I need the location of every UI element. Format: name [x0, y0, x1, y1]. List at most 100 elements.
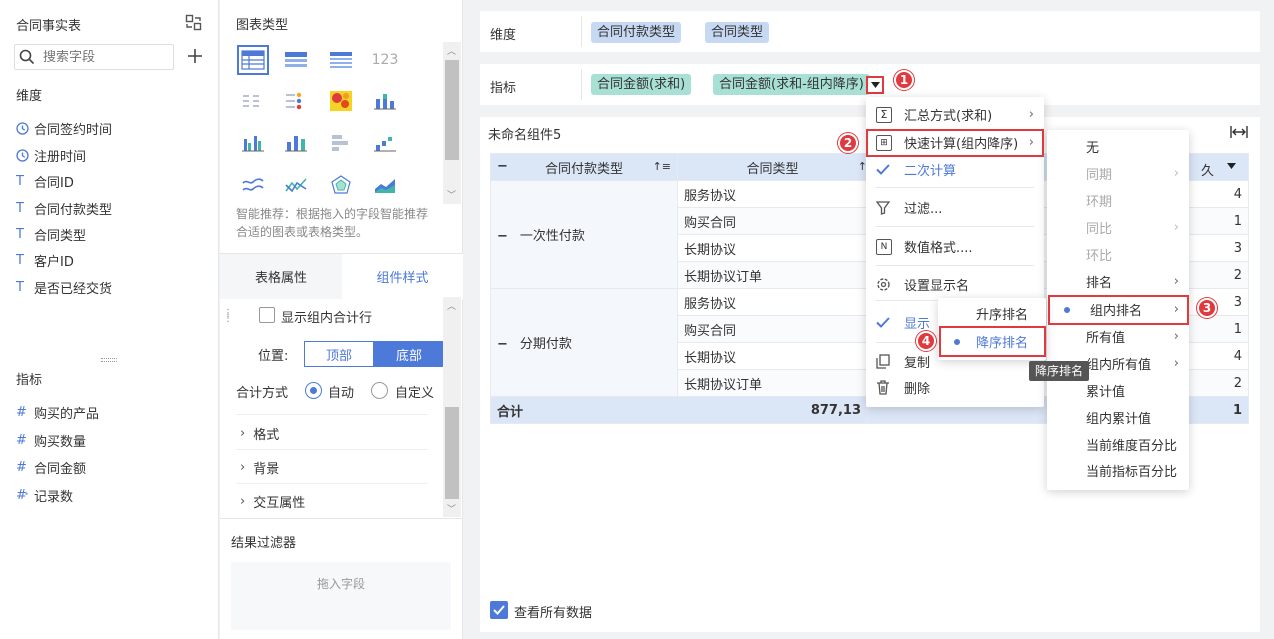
copy-icon: [876, 354, 892, 369]
fit-width-icon[interactable]: [1230, 126, 1248, 138]
check-icon: [493, 605, 505, 615]
group-bar-icon[interactable]: [237, 128, 269, 158]
calc-option[interactable]: 同期 ›: [1047, 160, 1189, 187]
menu-item-summary[interactable]: Σ 汇总方式(求和) ›: [866, 101, 1044, 128]
detail-table-icon[interactable]: [325, 45, 357, 75]
stacked-bar-icon[interactable]: [369, 86, 401, 116]
filter-drop-zone[interactable]: 拖入字段: [231, 562, 451, 630]
menu-item-delete[interactable]: 删除: [866, 374, 1044, 401]
dim-field[interactable]: 注册时间: [16, 144, 86, 166]
sum-custom-radio[interactable]: [371, 382, 388, 399]
metric-field[interactable]: # 合同金额: [16, 456, 86, 478]
chart-type-title: 图表类型: [236, 18, 289, 33]
sort-icon[interactable]: ↑≡: [653, 160, 671, 173]
dim-field[interactable]: 合同签约时间: [16, 117, 112, 139]
chart-grid-scrollbar[interactable]: ︿ ﹀: [443, 42, 461, 204]
drag-handle-icon[interactable]: ⋮ ⋮: [223, 309, 233, 324]
grouptable-chart-icon[interactable]: [280, 45, 312, 75]
menu-item-filter[interactable]: 过滤...: [866, 194, 1044, 221]
radar-chart-icon[interactable]: [325, 170, 357, 200]
tab-table-properties[interactable]: 表格属性: [220, 253, 342, 299]
dim-field[interactable]: T 是否已经交货: [16, 276, 112, 298]
position-bottom-button[interactable]: 底部: [374, 341, 444, 367]
calc-option[interactable]: 排名 ›: [1047, 268, 1189, 295]
type-cell: 服务协议: [677, 180, 868, 208]
property-scrollbar[interactable]: ︿ ﹀: [443, 297, 461, 517]
menu-item-secondary-calc[interactable]: 二次计算: [866, 156, 1044, 183]
dimension-pill[interactable]: 合同付款类型: [591, 22, 682, 43]
divider: [236, 414, 428, 415]
header-cell[interactable]: 合同类型 ↑: [677, 153, 868, 181]
sum-custom-label: 自定义: [395, 386, 435, 401]
metric-field[interactable]: # * 记录数: [16, 484, 73, 506]
heatmap-icon[interactable]: [325, 86, 357, 116]
type-cell: 长期协议订单: [677, 261, 868, 289]
view-all-label: 查看所有数据: [514, 606, 593, 621]
position-top-button[interactable]: 顶部: [304, 341, 374, 367]
metric-field[interactable]: # 购买数量: [16, 429, 86, 451]
chevron-right-icon: ›: [240, 460, 246, 475]
tab-component-style[interactable]: 组件样式: [342, 253, 463, 299]
field-panel: 合同事实表 维度 合同签约时间 注册时间 T合同ID T合同付款类型 T合同类型…: [0, 0, 219, 639]
waterfall-icon[interactable]: [369, 128, 401, 158]
calc-option[interactable]: 所有值 ›: [1047, 323, 1189, 350]
resize-handle[interactable]: [101, 358, 117, 362]
calc-option[interactable]: 无: [1047, 133, 1189, 160]
crosstab-chart-icon[interactable]: [237, 45, 269, 75]
kpi-number-icon[interactable]: 123: [369, 45, 401, 75]
menu-item-number-format[interactable]: N 数值格式....: [866, 233, 1044, 260]
dim-field[interactable]: T 合同ID: [16, 170, 74, 192]
metric-field[interactable]: # 购买的产品: [16, 401, 99, 423]
switch-table-icon[interactable]: [185, 14, 202, 31]
dim-field[interactable]: T 合同类型: [16, 223, 86, 245]
horizontal-bar-icon[interactable]: [325, 128, 357, 158]
text-type-icon: T: [16, 226, 24, 242]
calc-option[interactable]: 环比: [1047, 241, 1189, 268]
multi-line-icon[interactable]: [280, 170, 312, 200]
calc-option[interactable]: 同比 ›: [1047, 214, 1189, 241]
calc-option[interactable]: 当前维度百分比: [1047, 431, 1189, 458]
check-icon: [876, 164, 892, 175]
sum-auto-radio[interactable]: [305, 382, 322, 399]
divider: [876, 265, 1034, 266]
filter-icon: [876, 200, 892, 215]
dim-field[interactable]: T 客户ID: [16, 249, 74, 271]
indicator-list-icon[interactable]: [280, 86, 312, 116]
calc-option[interactable]: 累计值: [1047, 377, 1189, 404]
metric-pill[interactable]: 合同金额(求和): [591, 74, 692, 95]
format-section[interactable]: › 格式: [240, 424, 279, 443]
calc-option[interactable]: 组内累计值: [1047, 404, 1189, 431]
add-field-icon[interactable]: [186, 47, 204, 65]
type-cell: 购买合同: [677, 207, 868, 235]
number-type-icon: #: [16, 404, 27, 420]
collapse-icon[interactable]: −: [497, 229, 508, 244]
subtotal-checkbox[interactable]: [259, 307, 275, 323]
collapse-all-icon[interactable]: −: [497, 159, 508, 174]
collapse-icon[interactable]: −: [497, 337, 508, 352]
metric-dropdown-button[interactable]: [866, 76, 884, 94]
search-input[interactable]: [43, 49, 163, 65]
total-cell: 合计 877,13: [490, 396, 868, 424]
background-section[interactable]: › 背景: [240, 458, 279, 477]
dim-field[interactable]: T 合同付款类型: [16, 197, 112, 219]
line-chart-icon[interactable]: [237, 170, 269, 200]
calc-option[interactable]: 当前指标百分比: [1047, 457, 1189, 484]
bar-chart-icon[interactable]: [280, 128, 312, 158]
header-cell[interactable]: − 合同付款类型 ↑≡: [490, 153, 678, 181]
view-all-checkbox[interactable]: [490, 601, 508, 619]
kpi-card-icon[interactable]: [237, 86, 269, 116]
menu-item-display-name[interactable]: 设置显示名: [866, 271, 1044, 298]
area-chart-icon[interactable]: [369, 170, 401, 200]
dimension-section-title: 维度: [16, 89, 43, 104]
sigma-icon: Σ: [876, 106, 892, 123]
property-panel: 图表类型 123 ︿ ﹀ 智能推荐：根据拖入的字段智能推荐合适的图表或表格类型。…: [220, 0, 463, 639]
search-box[interactable]: [14, 44, 174, 70]
table-title: 合同事实表: [16, 19, 82, 34]
metric-pill[interactable]: 合同金额(求和-组内降序): [713, 74, 870, 95]
rank-ascending-option[interactable]: 升序排名: [938, 300, 1046, 327]
caret-down-icon[interactable]: [1227, 163, 1236, 169]
dimension-pill[interactable]: 合同类型: [705, 22, 770, 43]
caret-down-icon: [870, 82, 880, 88]
interaction-section[interactable]: › 交互属性: [240, 492, 305, 511]
calc-option[interactable]: 环期: [1047, 187, 1189, 214]
